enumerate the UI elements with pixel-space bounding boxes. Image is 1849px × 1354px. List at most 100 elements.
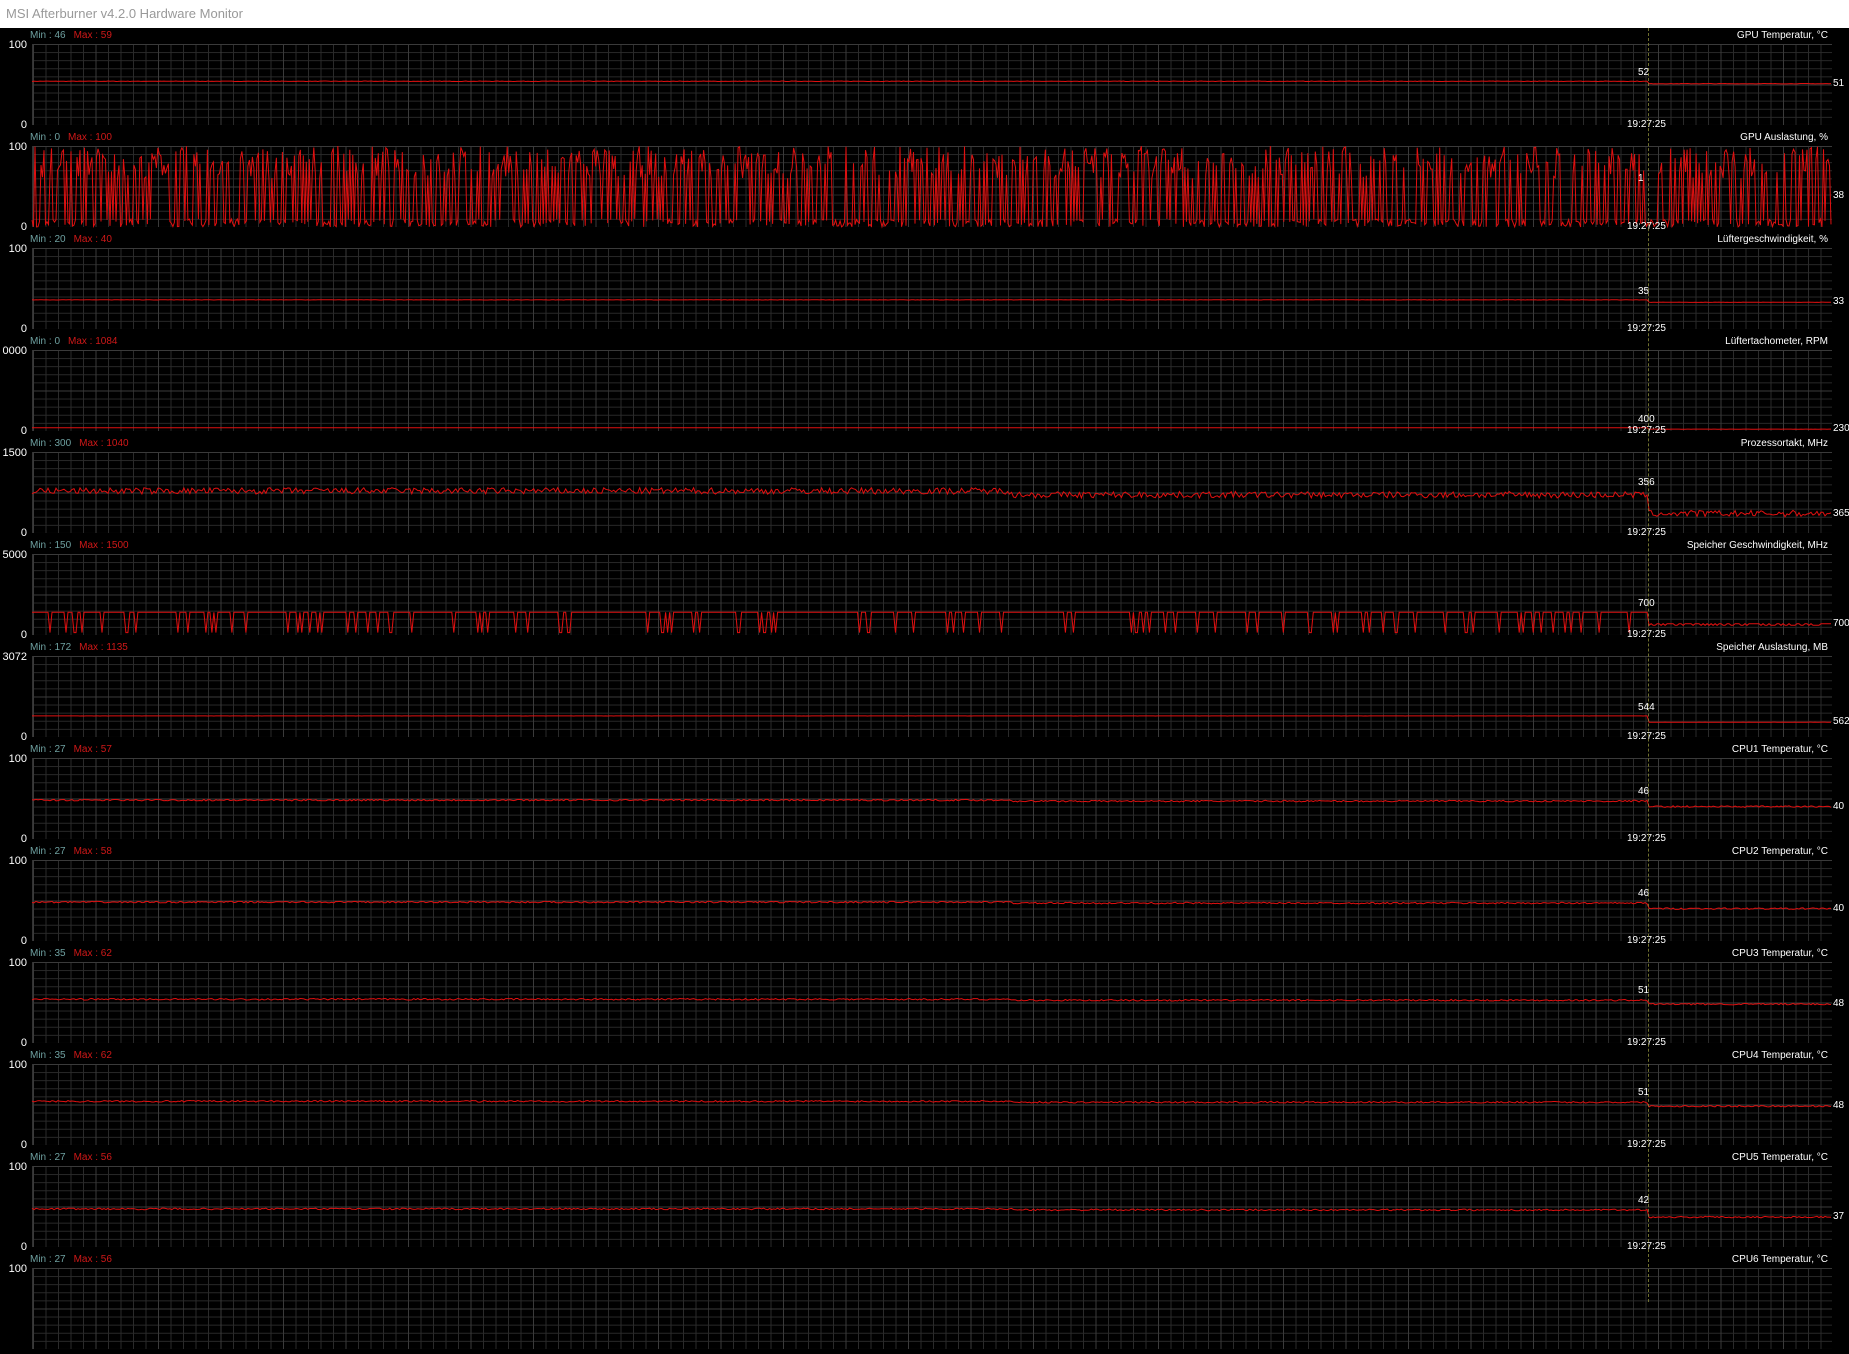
sensor-line [31, 145, 1832, 229]
y-axis-max-label: 3072 [2, 651, 27, 663]
min-max-readout: Min : 172 Max : 1135 [30, 642, 128, 653]
cursor-timestamp: 19:27:25 [1627, 425, 1666, 436]
current-value: 700 [1833, 617, 1849, 629]
min-label: Min : 20 [30, 234, 66, 245]
sensor-trace [32, 1268, 1831, 1349]
min-label: Min : 150 [30, 540, 72, 551]
graph-name: Speicher Auslastung, MB [1716, 642, 1828, 653]
window-titlebar[interactable]: MSI Afterburner v4.2.0 Hardware Monitor [0, 0, 1849, 29]
y-axis-max-label: 100 [8, 243, 27, 255]
min-max-readout: Min : 0 Max : 1084 [30, 336, 118, 347]
cursor-value: 400 [1638, 413, 1655, 425]
min-max-readout: Min : 0 Max : 100 [30, 132, 112, 143]
min-label: Min : 35 [30, 948, 66, 959]
graph-name: CPU3 Temperatur, °C [1731, 948, 1828, 959]
max-label: Max : 100 [68, 132, 112, 143]
sensor-trace [31, 997, 1832, 1006]
cursor-timestamp: 19:27:25 [1627, 1139, 1666, 1150]
max-label: Max : 1500 [79, 540, 129, 551]
graph-name: CPU2 Temperatur, °C [1731, 846, 1828, 857]
max-label: Max : 62 [73, 948, 112, 959]
min-max-readout: Min : 27 Max : 58 [30, 846, 112, 857]
cursor-timestamp: 19:27:25 [1627, 1037, 1666, 1048]
max-label: Max : 56 [73, 1152, 112, 1163]
sensor-line [31, 1099, 1832, 1108]
current-value: 48 [1833, 998, 1845, 1010]
min-max-readout: Min : 27 Max : 57 [30, 744, 112, 755]
sensor-trace [31, 299, 1831, 303]
graph-panel[interactable]: Min : 27 Max : 56 CPU5 Temperatur, °C 100 0 1… [0, 1150, 1849, 1253]
sensor-line [31, 299, 1831, 303]
sensor-trace [31, 1099, 1832, 1108]
cursor-value: 544 [1638, 701, 1655, 713]
min-max-readout: Min : 46 Max : 59 [30, 30, 112, 41]
graph-name: CPU6 Temperatur, °C [1731, 1254, 1828, 1265]
current-value: 40 [1833, 800, 1845, 812]
graph-panel[interactable]: Min : 172 Max : 1135 Speicher Auslastung, … [0, 640, 1849, 743]
cursor-time-marker [1648, 28, 1649, 1302]
max-label: Max : 59 [73, 30, 112, 41]
current-value: 365 [1833, 507, 1849, 519]
min-max-readout: Min : 27 Max : 56 [30, 1152, 112, 1163]
y-axis-max-label: 5000 [2, 549, 27, 561]
y-axis-max-label: 1500 [2, 447, 27, 459]
sensor-line [32, 715, 1831, 723]
graph-panel[interactable]: Min : 27 Max : 56 CPU6 Temperatur, °C 100 [0, 1252, 1849, 1354]
min-max-readout: Min : 35 Max : 62 [30, 1050, 112, 1061]
y-axis-max-label: 100 [8, 1059, 27, 1071]
max-label: Max : 57 [73, 744, 112, 755]
graph-panel[interactable]: Min : 27 Max : 57 CPU1 Temperatur, °C 100 0 1… [0, 742, 1849, 845]
graph-name: Lüftergeschwindigkeit, % [1717, 234, 1828, 245]
min-max-readout: Min : 300 Max : 1040 [30, 438, 129, 449]
sensor-trace [31, 900, 1832, 910]
graph-name: GPU Auslastung, % [1740, 132, 1828, 143]
sensor-trace [32, 611, 1831, 634]
sensor-trace [32, 715, 1831, 723]
hardware-monitor-graphs[interactable]: Min : 46 Max : 59 GPU Temperatur, °C 100 0 19… [0, 28, 1849, 1349]
graph-panel[interactable]: Min : 0 Max : 100 GPU Auslastung, % 100 0 19:… [0, 130, 1849, 233]
graph-panel[interactable]: Min : 150 Max : 1500 Speicher Geschwindigk… [0, 538, 1849, 641]
graph-name: Prozessortakt, MHz [1740, 438, 1828, 449]
cursor-timestamp: 19:27:25 [1627, 221, 1666, 232]
graph-panel[interactable]: Min : 20 Max : 40 Lüftergeschwindigkeit, %… [0, 232, 1849, 335]
graph-panel[interactable]: Min : 35 Max : 62 CPU4 Temperatur, °C 100 0 1… [0, 1048, 1849, 1151]
max-label: Max : 40 [73, 234, 112, 245]
cursor-timestamp: 19:27:25 [1627, 731, 1666, 742]
cursor-timestamp: 19:27:25 [1627, 323, 1666, 334]
graph-name: GPU Temperatur, °C [1736, 30, 1828, 41]
cursor-timestamp: 19:27:25 [1627, 527, 1666, 538]
sensor-line [31, 900, 1832, 910]
min-label: Min : 300 [30, 438, 72, 449]
max-label: Max : 58 [73, 846, 112, 857]
cursor-timestamp: 19:27:25 [1627, 833, 1666, 844]
current-value: 40 [1833, 902, 1845, 914]
sensor-trace [31, 1207, 1832, 1219]
cursor-timestamp: 19:27:25 [1627, 119, 1666, 130]
graph-panel[interactable]: Min : 0 Max : 1084 Lüftertachometer, RPM 00… [0, 334, 1849, 437]
sensor-trace [31, 145, 1832, 229]
current-value: 48 [1833, 1100, 1845, 1112]
min-label: Min : 35 [30, 1050, 66, 1061]
cursor-value: 1 [1638, 172, 1644, 184]
graph-panel[interactable]: Min : 300 Max : 1040 Prozessortakt, MHz 150… [0, 436, 1849, 539]
min-max-readout: Min : 35 Max : 62 [30, 948, 112, 959]
current-value: 37 [1833, 1211, 1845, 1223]
graph-panel[interactable]: Min : 46 Max : 59 GPU Temperatur, °C 100 0 19… [0, 28, 1849, 131]
min-label: Min : 0 [30, 336, 61, 347]
y-axis-max-label: 100 [8, 141, 27, 153]
min-label: Min : 46 [30, 30, 66, 41]
max-label: Max : 1040 [79, 438, 129, 449]
y-axis-max-label: 100 [8, 855, 27, 867]
cursor-timestamp: 19:27:25 [1627, 1241, 1666, 1252]
min-label: Min : 27 [30, 744, 66, 755]
min-max-readout: Min : 150 Max : 1500 [30, 540, 129, 551]
graph-panel[interactable]: Min : 35 Max : 62 CPU3 Temperatur, °C 100 0 1… [0, 946, 1849, 1049]
current-value: 562 [1833, 716, 1849, 728]
window-title: MSI Afterburner v4.2.0 Hardware Monitor [6, 6, 243, 21]
graph-name: CPU1 Temperatur, °C [1731, 744, 1828, 755]
sensor-line [31, 1207, 1832, 1219]
graph-panel[interactable]: Min : 27 Max : 58 CPU2 Temperatur, °C 100 0 1… [0, 844, 1849, 947]
cursor-value: 700 [1638, 598, 1655, 610]
current-value: 33 [1833, 296, 1845, 308]
cursor-timestamp: 19:27:25 [1627, 629, 1666, 640]
